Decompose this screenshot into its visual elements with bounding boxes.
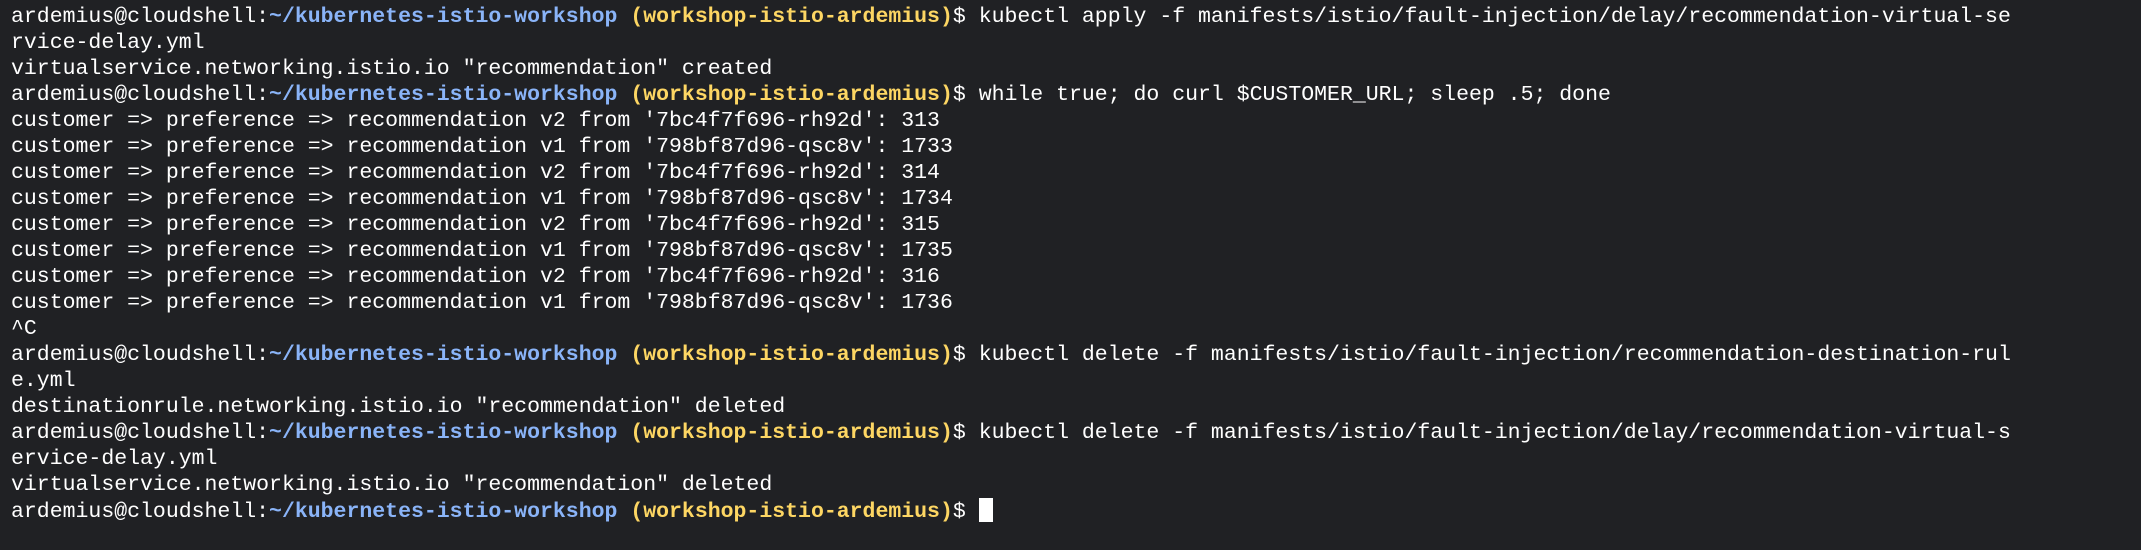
output-line: customer => preference => recommendation… bbox=[11, 212, 2141, 238]
prompt-symbol: $ bbox=[952, 5, 966, 29]
prompt-line: ardemius@cloudshell:~/kubernetes-istio-w… bbox=[11, 498, 2141, 524]
prompt-path: ~/kubernetes-istio-workshop bbox=[269, 500, 618, 524]
prompt-user-host: ardemius@cloudshell: bbox=[11, 83, 270, 107]
prompt-user-host: ardemius@cloudshell: bbox=[11, 421, 270, 445]
prompt-path: ~/kubernetes-istio-workshop bbox=[269, 343, 618, 367]
command-text: kubectl delete -f manifests/istio/fault-… bbox=[978, 343, 2011, 367]
prompt-line: ardemius@cloudshell:~/kubernetes-istio-w… bbox=[11, 342, 2141, 368]
output-text: customer => preference => recommendation… bbox=[11, 291, 953, 315]
terminal-cursor[interactable] bbox=[978, 498, 993, 522]
command-text: kubectl apply -f manifests/istio/fault-i… bbox=[978, 5, 2011, 29]
output-text: customer => preference => recommendation… bbox=[11, 213, 940, 237]
prompt-user-host: ardemius@cloudshell: bbox=[11, 500, 270, 524]
output-text: customer => preference => recommendation… bbox=[11, 187, 953, 211]
prompt-user-host: ardemius@cloudshell: bbox=[11, 5, 270, 29]
output-text: virtualservice.networking.istio.io "reco… bbox=[11, 57, 773, 81]
prompt-line: ardemius@cloudshell:~/kubernetes-istio-w… bbox=[11, 82, 2141, 108]
output-line: customer => preference => recommendation… bbox=[11, 290, 2141, 316]
prompt-path: ~/kubernetes-istio-workshop bbox=[269, 83, 618, 107]
output-line: destinationrule.networking.istio.io "rec… bbox=[11, 394, 2141, 420]
output-text: customer => preference => recommendation… bbox=[11, 135, 953, 159]
output-text: customer => preference => recommendation… bbox=[11, 265, 940, 289]
output-text: destinationrule.networking.istio.io "rec… bbox=[11, 395, 786, 419]
prompt-line: ardemius@cloudshell:~/kubernetes-istio-w… bbox=[11, 4, 2141, 30]
output-text: virtualservice.networking.istio.io "reco… bbox=[11, 473, 773, 497]
prompt-line: ardemius@cloudshell:~/kubernetes-istio-w… bbox=[11, 420, 2141, 446]
prompt-symbol: $ bbox=[952, 83, 966, 107]
prompt-project: (workshop-istio-ardemius) bbox=[630, 421, 953, 445]
output-line: customer => preference => recommendation… bbox=[11, 134, 2141, 160]
prompt-project: (workshop-istio-ardemius) bbox=[630, 500, 953, 524]
command-text: while true; do curl $CUSTOMER_URL; sleep… bbox=[978, 83, 1611, 107]
command-text: kubectl delete -f manifests/istio/fault-… bbox=[978, 421, 2011, 445]
prompt-symbol: $ bbox=[952, 343, 966, 367]
prompt-project: (workshop-istio-ardemius) bbox=[630, 5, 953, 29]
prompt-project: (workshop-istio-ardemius) bbox=[630, 83, 953, 107]
output-line: customer => preference => recommendation… bbox=[11, 108, 2141, 134]
output-text: customer => preference => recommendation… bbox=[11, 109, 940, 133]
output-line: virtualservice.networking.istio.io "reco… bbox=[11, 472, 2141, 498]
output-line: e.yml bbox=[11, 368, 2141, 394]
output-line: virtualservice.networking.istio.io "reco… bbox=[11, 56, 2141, 82]
prompt-symbol: $ bbox=[952, 500, 966, 524]
prompt-project: (workshop-istio-ardemius) bbox=[630, 343, 953, 367]
output-text: customer => preference => recommendation… bbox=[11, 239, 953, 263]
output-text: rvice-delay.yml bbox=[11, 31, 205, 55]
prompt-symbol: $ bbox=[952, 421, 966, 445]
output-line: ^C bbox=[11, 316, 2141, 342]
prompt-user-host: ardemius@cloudshell: bbox=[11, 343, 270, 367]
prompt-path: ~/kubernetes-istio-workshop bbox=[269, 5, 618, 29]
prompt-path: ~/kubernetes-istio-workshop bbox=[269, 421, 618, 445]
terminal-window[interactable]: ardemius@cloudshell:~/kubernetes-istio-w… bbox=[0, 0, 2141, 550]
output-text: ervice-delay.yml bbox=[11, 447, 218, 471]
output-line: customer => preference => recommendation… bbox=[11, 238, 2141, 264]
output-line: customer => preference => recommendation… bbox=[11, 186, 2141, 212]
output-line: ervice-delay.yml bbox=[11, 446, 2141, 472]
output-text: customer => preference => recommendation… bbox=[11, 161, 940, 185]
output-line: rvice-delay.yml bbox=[11, 30, 2141, 56]
output-line: customer => preference => recommendation… bbox=[11, 264, 2141, 290]
output-text: ^C bbox=[11, 317, 37, 341]
output-line: customer => preference => recommendation… bbox=[11, 160, 2141, 186]
output-text: e.yml bbox=[11, 369, 76, 393]
